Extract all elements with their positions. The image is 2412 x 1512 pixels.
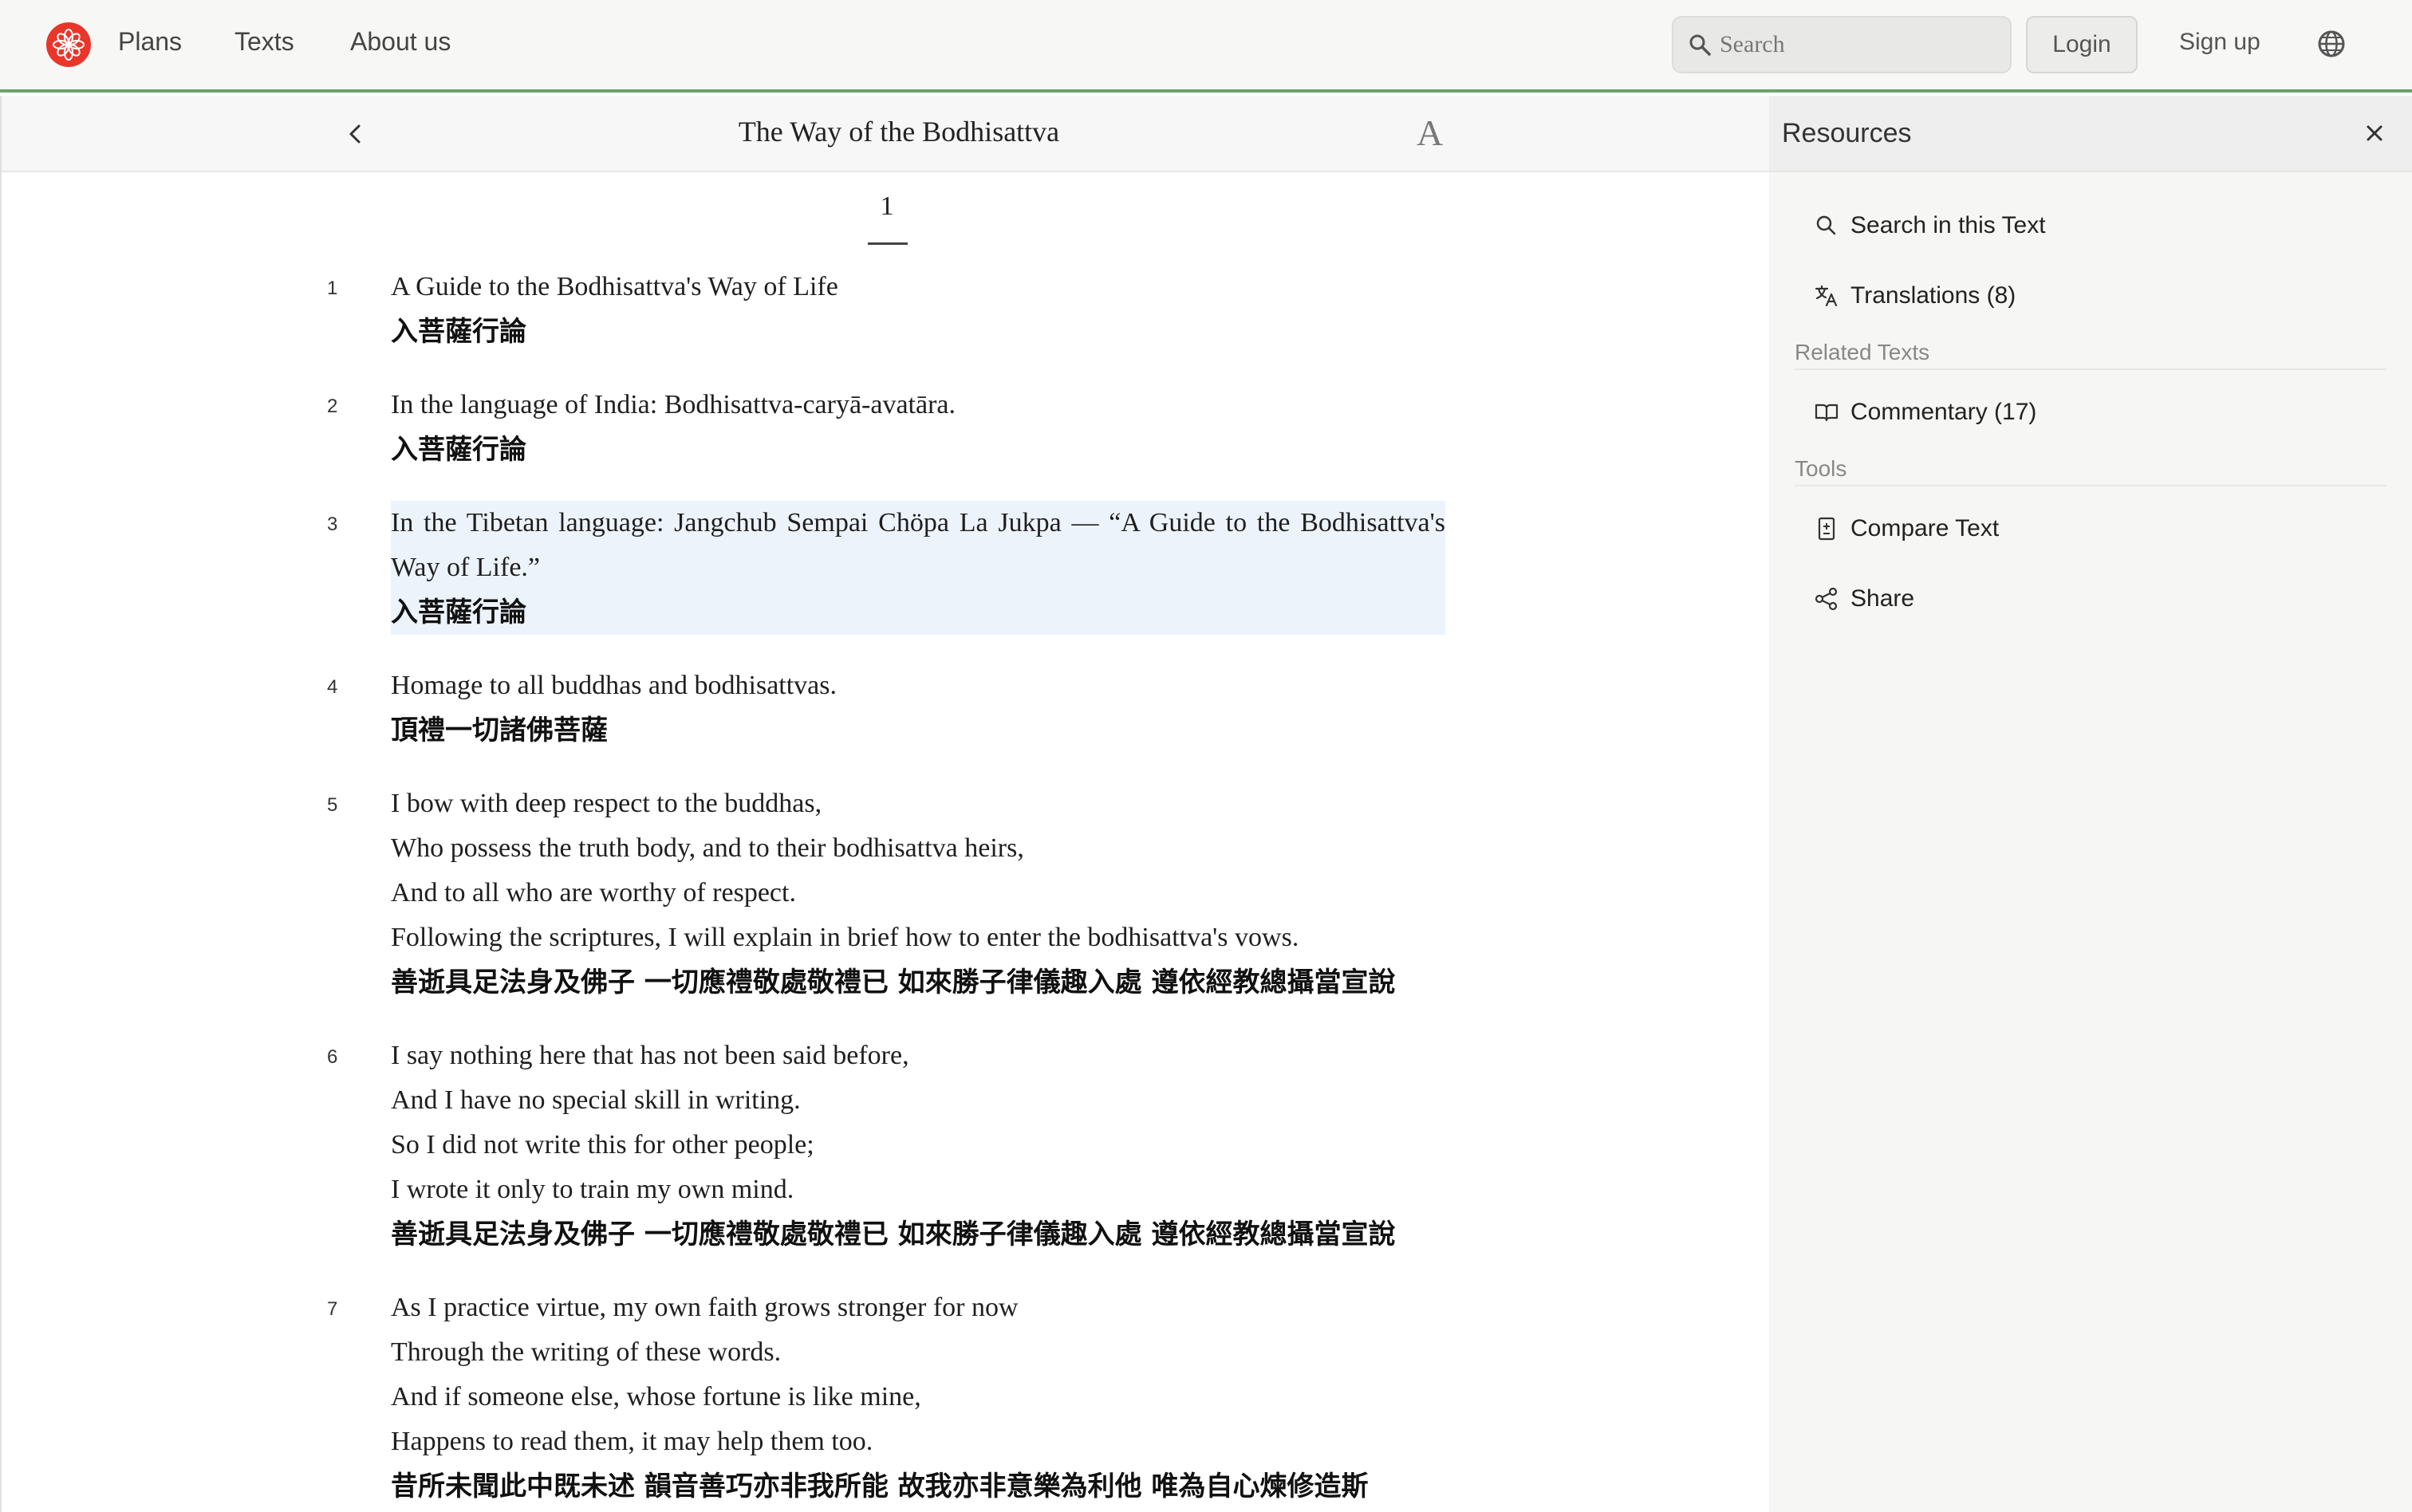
nav-link-about-us[interactable]: About us bbox=[350, 27, 451, 57]
compare-icon bbox=[1818, 517, 1835, 541]
verse-english-line: And I have no special skill in writing. bbox=[391, 1085, 801, 1115]
verse-number: 3 bbox=[327, 514, 338, 535]
compare-text-button[interactable]: Compare Text bbox=[1814, 515, 1999, 542]
close-icon[interactable] bbox=[2363, 121, 2386, 145]
verse-body: I say nothing here that has not been sai… bbox=[391, 1034, 1445, 1257]
verse-english-line: I bow with deep respect to the buddhas, bbox=[391, 789, 822, 818]
translate-icon bbox=[1815, 285, 1838, 307]
verse-english-line: Following the scriptures, I will explain… bbox=[391, 923, 1299, 952]
verse-body: In the Tibetan language: Jangchub Sempai… bbox=[391, 501, 1445, 635]
logo-icon[interactable] bbox=[45, 21, 93, 69]
verse[interactable]: 2 In the language of India: Bodhisattva-… bbox=[2, 383, 1769, 501]
verse-chinese-line: 善逝具足法身及佛子 一切應禮敬處敬禮已 如來勝子律儀趣入處 遵依經教總攝當宣說 bbox=[391, 967, 1396, 998]
signup-button[interactable]: Sign up bbox=[2179, 29, 2260, 56]
chapter-number: 1 bbox=[880, 191, 894, 221]
tools-heading: Tools bbox=[1795, 456, 2386, 486]
verse-body: As I practice virtue, my own faith grows… bbox=[391, 1286, 1445, 1509]
verse-english-line: Happens to read them, it may help them t… bbox=[391, 1427, 873, 1456]
verse-number: 5 bbox=[327, 794, 338, 816]
translations-button[interactable]: Translations (8) bbox=[1814, 282, 2016, 309]
nav-link-texts[interactable]: Texts bbox=[235, 27, 294, 57]
share-label: Share bbox=[1850, 585, 1915, 612]
verse-chinese-line: 善逝具足法身及佛子 一切應禮敬處敬禮已 如來勝子律儀趣入處 遵依經教總攝當宣說 bbox=[391, 1219, 1396, 1250]
verse-highlighted[interactable]: 3 In the Tibetan language: Jangchub Semp… bbox=[2, 501, 1769, 663]
search-in-text-button[interactable]: Search in this Text bbox=[1814, 212, 2046, 239]
resources-title: Resources bbox=[1782, 118, 1912, 148]
commentary-button[interactable]: Commentary (17) bbox=[1814, 399, 2036, 426]
reader-content: 1 1 A Guide to the Bodhisattva's Way of … bbox=[0, 172, 1769, 1512]
verse-english-line: Who possess the truth body, and to their… bbox=[391, 833, 1024, 863]
verse-list: 1 A Guide to the Bodhisattva's Way of Li… bbox=[2, 265, 1769, 1512]
chapter-divider bbox=[868, 242, 908, 245]
verse-body: I bow with deep respect to the buddhas, … bbox=[391, 782, 1445, 1005]
compare-text-label: Compare Text bbox=[1850, 515, 2000, 541]
verse[interactable]: 6 I say nothing here that has not been s… bbox=[2, 1034, 1769, 1286]
verse-english-line: Through the writing of these words. bbox=[391, 1337, 782, 1367]
verse[interactable]: 1 A Guide to the Bodhisattva's Way of Li… bbox=[2, 265, 1769, 383]
verse-english-line: So I did not write this for other people… bbox=[391, 1130, 814, 1160]
verse-body: Homage to all buddhas and bodhisattvas. … bbox=[391, 663, 1445, 753]
top-navigation: Plans Texts About us Login Sign up bbox=[0, 0, 2412, 93]
nav-link-plans[interactable]: Plans bbox=[118, 27, 182, 57]
verse-chinese-line: 頂禮一切諸佛菩薩 bbox=[391, 715, 608, 746]
search-in-text-label: Search in this Text bbox=[1850, 212, 2046, 238]
share-icon bbox=[1815, 587, 1838, 611]
verse-english-line: I wrote it only to train my own mind. bbox=[391, 1175, 794, 1204]
search-icon bbox=[1689, 34, 1711, 56]
verse[interactable]: 5 I bow with deep respect to the buddhas… bbox=[2, 782, 1769, 1034]
verse-english-line: In the Tibetan language: Jangchub Sempai… bbox=[391, 508, 1445, 582]
book-title: The Way of the Bodhisattva bbox=[738, 116, 1060, 148]
reader-header: The Way of the Bodhisattva A bbox=[0, 96, 1769, 172]
verse-body: In the language of India: Bodhisattva-ca… bbox=[391, 383, 1445, 472]
verse-number: 6 bbox=[327, 1046, 338, 1068]
verse-english-line: And to all who are worthy of respect. bbox=[391, 878, 796, 908]
share-button[interactable]: Share bbox=[1814, 585, 1914, 612]
verse-number: 4 bbox=[327, 676, 338, 698]
verse[interactable]: 7 As I practice virtue, my own faith gro… bbox=[2, 1286, 1769, 1512]
related-texts-heading: Related Texts bbox=[1795, 340, 2386, 370]
verse-chinese-line: 入菩薩行論 bbox=[391, 597, 526, 628]
verse-english-line: I say nothing here that has not been sai… bbox=[391, 1041, 909, 1070]
search-input[interactable] bbox=[1720, 31, 2007, 58]
search-box[interactable] bbox=[1672, 16, 2012, 73]
verse-english-line: And if someone else, whose fortune is li… bbox=[391, 1382, 921, 1412]
verse-chinese-line: 入菩薩行論 bbox=[391, 434, 526, 466]
translations-label: Translations (8) bbox=[1850, 282, 2016, 309]
resources-panel: Resources Search in this Text Translatio… bbox=[1769, 96, 2412, 1512]
verse-english-line: Homage to all buddhas and bodhisattvas. bbox=[391, 671, 838, 700]
verse-chinese-line: 昔所未聞此中既未述 韻音善巧亦非我所能 故我亦非意樂為利他 唯為自心煉修造斯 bbox=[391, 1471, 1369, 1502]
verse-number: 1 bbox=[327, 278, 338, 299]
verse-chinese-line: 入菩薩行論 bbox=[391, 316, 526, 348]
verse-english-line: In the language of India: Bodhisattva-ca… bbox=[391, 390, 956, 419]
resources-header: Resources bbox=[1769, 96, 2412, 172]
book-open-icon bbox=[1815, 404, 1839, 422]
verse-number: 7 bbox=[327, 1298, 338, 1320]
verse-english-line: As I practice virtue, my own faith grows… bbox=[391, 1293, 1019, 1322]
globe-icon[interactable] bbox=[2316, 29, 2347, 59]
login-button[interactable]: Login bbox=[2026, 16, 2138, 73]
verse-english-line: A Guide to the Bodhisattva's Way of Life bbox=[391, 272, 838, 301]
commentary-label: Commentary (17) bbox=[1850, 399, 2037, 425]
search-icon bbox=[1816, 215, 1836, 235]
font-settings-button[interactable]: A bbox=[1417, 112, 1443, 154]
verse-body: A Guide to the Bodhisattva's Way of Life… bbox=[391, 265, 1445, 354]
verse[interactable]: 4 Homage to all buddhas and bodhisattvas… bbox=[2, 663, 1769, 782]
verse-number: 2 bbox=[327, 396, 338, 417]
